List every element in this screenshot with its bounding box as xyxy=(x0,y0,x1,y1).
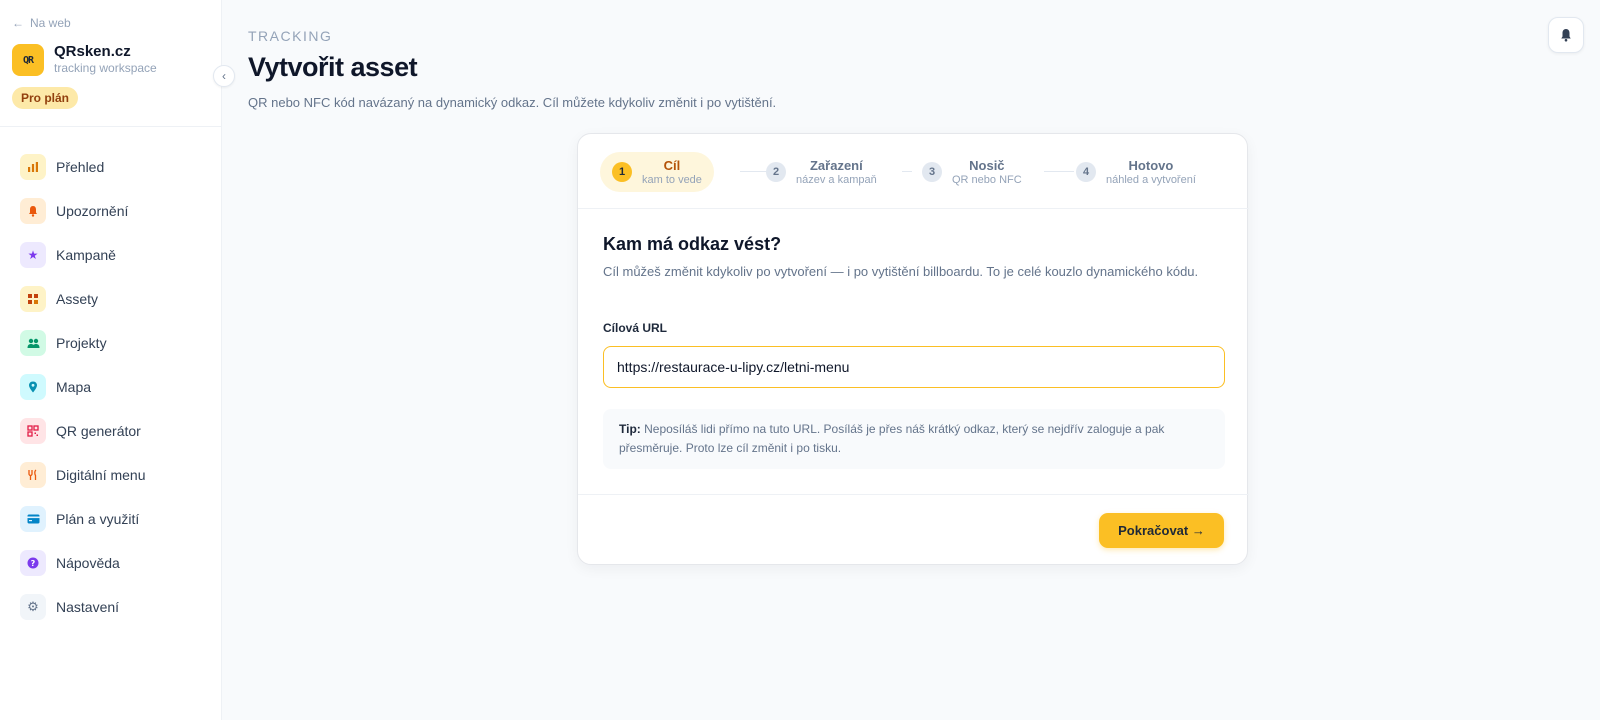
brand-name: QRsken.cz xyxy=(54,43,131,60)
brand[interactable]: QR QRsken.cz tracking workspace xyxy=(12,44,157,76)
continue-button[interactable]: Pokračovat → xyxy=(1099,513,1224,548)
step-zarazeni[interactable]: 2 Zařazení název a kampaň xyxy=(754,152,889,192)
chevron-left-icon: ‹ xyxy=(222,69,226,83)
chart-icon xyxy=(20,154,46,180)
notifications-button[interactable] xyxy=(1548,17,1584,53)
step-number: 4 xyxy=(1076,162,1096,182)
sidebar-nav: Přehled Upozornění ★ Kampaně Assety Proj… xyxy=(20,145,210,629)
brand-subtitle: tracking workspace xyxy=(54,61,157,75)
sidebar-item-label: Upozornění xyxy=(56,203,129,219)
step-label: Hotovo xyxy=(1128,157,1174,173)
cutlery-icon xyxy=(20,462,46,488)
sidebar-item-label: Plán a využití xyxy=(56,511,140,527)
sidebar-item-label: Mapa xyxy=(56,379,92,395)
sidebar-item-napoveda[interactable]: ? Nápověda xyxy=(20,541,210,585)
brand-logo-icon: QR xyxy=(12,44,44,76)
users-icon xyxy=(20,330,46,356)
back-to-web-link[interactable]: ← Na web xyxy=(12,16,71,30)
tip-box: Tip: Neposíláš lidi přímo na tuto URL. P… xyxy=(603,409,1225,469)
sidebar: ← Na web QR QRsken.cz tracking workspace… xyxy=(0,0,222,720)
sidebar-item-label: Assety xyxy=(56,291,99,307)
sidebar-collapse-button[interactable]: ‹ xyxy=(213,65,235,87)
page-eyebrow: TRACKING xyxy=(248,28,333,44)
step-label: Cíl xyxy=(663,157,681,173)
sidebar-item-assety[interactable]: Assety xyxy=(20,277,210,321)
stepper: 1 Cíl kam to vede 2 Zařazení název a kam… xyxy=(578,134,1249,209)
form-title: Kam má odkaz vést? xyxy=(603,234,782,254)
sidebar-item-label: Nastavení xyxy=(56,599,120,615)
help-icon: ? xyxy=(20,550,46,576)
create-asset-card: 1 Cíl kam to vede 2 Zařazení název a kam… xyxy=(577,133,1249,565)
form-description: Cíl můžeš změnit kdykoliv po vytvoření —… xyxy=(603,264,1199,279)
grid-icon xyxy=(20,286,46,312)
sidebar-item-qr-generator[interactable]: QR generátor xyxy=(20,409,210,453)
plan-badge: Pro plán xyxy=(12,87,79,109)
sidebar-item-digitalni-menu[interactable]: Digitální menu xyxy=(20,453,210,497)
page-title: Vytvořit asset xyxy=(248,52,418,82)
step-nosic[interactable]: 3 Nosič QR nebo NFC xyxy=(910,152,1034,192)
card-icon xyxy=(20,506,46,532)
sidebar-item-mapa[interactable]: Mapa xyxy=(20,365,210,409)
step-hotovo[interactable]: 4 Hotovo náhled a vytvoření xyxy=(1064,152,1208,192)
step-cil[interactable]: 1 Cíl kam to vede xyxy=(600,152,714,192)
arrow-left-icon: ← xyxy=(12,16,24,30)
sidebar-item-prehled[interactable]: Přehled xyxy=(20,145,210,189)
sidebar-item-label: Přehled xyxy=(56,159,105,175)
step-label: Zařazení xyxy=(809,157,863,173)
url-field-label: Cílová URL xyxy=(603,321,668,335)
sidebar-item-plan-a-vyuziti[interactable]: Plán a využití xyxy=(20,497,210,541)
card-footer-divider xyxy=(578,494,1249,495)
sidebar-item-projekty[interactable]: Projekty xyxy=(20,321,210,365)
sidebar-item-label: QR generátor xyxy=(56,423,141,439)
step-description: náhled a vytvoření xyxy=(1106,173,1196,186)
step-description: kam to vede xyxy=(642,173,702,186)
step-number: 3 xyxy=(922,162,942,182)
sidebar-item-label: Projekty xyxy=(56,335,107,351)
pin-icon xyxy=(20,374,46,400)
target-url-input[interactable] xyxy=(603,346,1225,388)
step-label: Nosič xyxy=(969,157,1005,173)
star-icon: ★ xyxy=(20,242,46,268)
step-description: název a kampaň xyxy=(796,173,877,186)
sidebar-item-label: Digitální menu xyxy=(56,467,146,483)
page-subtitle: QR nebo NFC kód navázaný na dynamický od… xyxy=(248,95,777,110)
sidebar-divider xyxy=(0,126,222,127)
bell-icon xyxy=(20,198,46,224)
sidebar-item-label: Nápověda xyxy=(56,555,120,571)
gear-icon: ⚙ xyxy=(20,594,46,620)
back-link-label: Na web xyxy=(30,16,71,30)
tip-label: Tip: xyxy=(619,422,641,436)
svg-text:?: ? xyxy=(31,559,36,568)
sidebar-item-label: Kampaně xyxy=(56,247,116,263)
qr-icon xyxy=(20,418,46,444)
step-number: 1 xyxy=(612,162,632,182)
tip-text: Neposíláš lidi přímo na tuto URL. Posílá… xyxy=(619,422,1165,455)
step-description: QR nebo NFC xyxy=(952,173,1022,186)
bell-icon xyxy=(1561,29,1571,42)
sidebar-item-nastaveni[interactable]: ⚙ Nastavení xyxy=(20,585,210,629)
sidebar-item-kampane[interactable]: ★ Kampaně xyxy=(20,233,210,277)
step-number: 2 xyxy=(766,162,786,182)
sidebar-item-upozorneni[interactable]: Upozornění xyxy=(20,189,210,233)
